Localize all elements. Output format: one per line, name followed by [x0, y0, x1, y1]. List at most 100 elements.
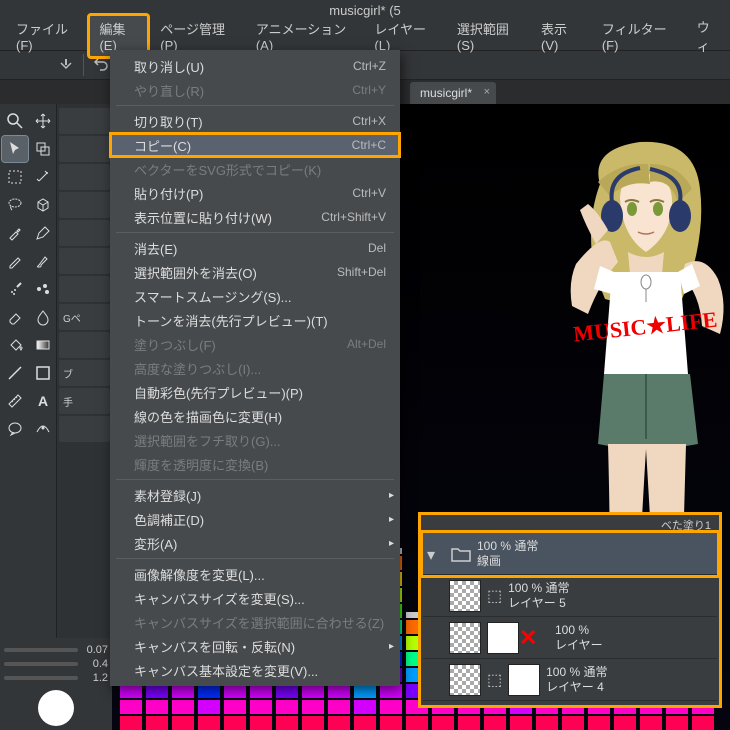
- arrow-down-icon[interactable]: [55, 54, 77, 76]
- move-tool-icon[interactable]: [30, 108, 56, 134]
- layer-name: 線画: [477, 554, 538, 568]
- subtool-item[interactable]: [59, 332, 110, 358]
- undo-icon[interactable]: [90, 54, 112, 76]
- eraser-tool-icon[interactable]: [2, 304, 28, 330]
- subtool-item[interactable]: [59, 276, 110, 302]
- layer-thumbnail: [508, 664, 540, 696]
- operation-tool-icon[interactable]: [2, 136, 28, 162]
- menu-clear[interactable]: 消去(E)Del: [110, 236, 400, 260]
- edit-menu-dropdown: 取り消し(U)Ctrl+Z やり直し(R)Ctrl+Y 切り取り(T)Ctrl+…: [110, 50, 400, 686]
- layer-opacity: 100 % 通常: [546, 665, 607, 679]
- menu-img-res[interactable]: 画像解像度を変更(L)...: [110, 562, 400, 586]
- layer-move-tool-icon[interactable]: [30, 136, 56, 162]
- menu-auto-color[interactable]: 自動彩色(先行プレビュー)(P): [110, 380, 400, 404]
- balloon-tool-icon[interactable]: [2, 416, 28, 442]
- subtool-item[interactable]: [59, 164, 110, 190]
- figure-tool-icon[interactable]: [2, 360, 28, 386]
- menu-select[interactable]: 選択範囲(S): [447, 15, 529, 57]
- menu-transform[interactable]: 変形(A)▸: [110, 531, 400, 555]
- pencil-tool-icon[interactable]: [2, 248, 28, 274]
- menu-paste-pos[interactable]: 表示位置に貼り付け(W)Ctrl+Shift+V: [110, 205, 400, 229]
- subtool-item[interactable]: [59, 192, 110, 218]
- ruler-tool-icon[interactable]: [2, 388, 28, 414]
- subtool-item[interactable]: [59, 136, 110, 162]
- slider-row[interactable]: 0.4: [4, 658, 108, 670]
- layer-row[interactable]: ⬚ 100 % 通常 レイヤー 5: [423, 575, 717, 617]
- layer-name: レイヤー 4: [546, 680, 607, 694]
- menu-view[interactable]: 表示(V): [531, 15, 590, 57]
- fill-tool-icon[interactable]: [2, 332, 28, 358]
- menu-remove-tone[interactable]: トーンを消去(先行プレビュー)(T): [110, 308, 400, 332]
- frame-tool-icon[interactable]: [30, 360, 56, 386]
- disabled-x-icon: ✕: [519, 625, 537, 651]
- layer-name: レイヤー 5: [508, 596, 569, 610]
- menu-canvas-settings[interactable]: キャンバス基本設定を変更(V)...: [110, 658, 400, 682]
- layer-opacity: 100 % 通常: [477, 539, 538, 553]
- menu-sel-border[interactable]: 選択範囲をフチ取り(G)...: [110, 428, 400, 452]
- slider-row[interactable]: 0.07: [4, 644, 108, 656]
- cube-icon: ⬚: [487, 670, 502, 690]
- menu-line-to-draw[interactable]: 線の色を描画色に変更(H): [110, 404, 400, 428]
- tab-label: musicgirl*: [420, 86, 472, 100]
- layer-row[interactable]: ⬚ 100 % 通常 レイヤー 4: [423, 659, 717, 701]
- airbrush-tool-icon[interactable]: [2, 276, 28, 302]
- menu-fill[interactable]: 塗りつぶし(F)Alt+Del: [110, 332, 400, 356]
- layer-folder-linework[interactable]: ▾ 100 % 通常 線画: [423, 533, 717, 575]
- menu-redo[interactable]: やり直し(R)Ctrl+Y: [110, 78, 400, 102]
- subtool-brush[interactable]: ブ: [59, 360, 110, 386]
- menubar: ファイル(F) 編集(E) ページ管理(P) アニメーション(A) レイヤー(L…: [0, 22, 730, 50]
- menu-canvas-sel[interactable]: キャンバスサイズを選択範囲に合わせる(Z): [110, 610, 400, 634]
- menu-bright-opacity[interactable]: 輝度を透明度に変換(B): [110, 452, 400, 476]
- folder-icon: [451, 546, 471, 562]
- menu-undo[interactable]: 取り消し(U)Ctrl+Z: [110, 54, 400, 78]
- eyedropper-tool-icon[interactable]: [2, 220, 28, 246]
- text-tool-icon[interactable]: A: [30, 388, 56, 414]
- gradient-tool-icon[interactable]: [30, 332, 56, 358]
- blend-tool-icon[interactable]: [30, 304, 56, 330]
- correct-line-tool-icon[interactable]: [30, 416, 56, 442]
- menu-adv-fill[interactable]: 高度な塗りつぶし(I)...: [110, 356, 400, 380]
- close-icon[interactable]: ×: [484, 86, 490, 98]
- menu-color-adjust[interactable]: 色調補正(D)▸: [110, 507, 400, 531]
- menu-smart-smooth[interactable]: スマートスムージング(S)...: [110, 284, 400, 308]
- menu-window[interactable]: ウィ: [687, 13, 730, 59]
- cube-tool-icon[interactable]: [30, 192, 56, 218]
- menu-file[interactable]: ファイル(F): [6, 15, 87, 57]
- layer-thumbnail: [449, 580, 481, 612]
- subtool-gpen[interactable]: Gペ: [59, 304, 110, 330]
- decoration-tool-icon[interactable]: [30, 276, 56, 302]
- layer-opacity: 100 % 通常: [508, 581, 569, 595]
- menu-canvas-rotate[interactable]: キャンバスを回転・反転(N)▸: [110, 634, 400, 658]
- menu-filter[interactable]: フィルター(F): [592, 15, 685, 57]
- svg-text:A: A: [38, 393, 48, 409]
- layer-name: レイヤー: [555, 638, 603, 652]
- layer-thumbnail: [487, 622, 519, 654]
- marquee-tool-icon[interactable]: [2, 164, 28, 190]
- slider-row[interactable]: 1.2: [4, 672, 108, 684]
- subtool-item[interactable]: [59, 416, 110, 442]
- wand-tool-icon[interactable]: [30, 164, 56, 190]
- chevron-down-icon[interactable]: ▾: [427, 545, 445, 563]
- subtool-item[interactable]: [59, 248, 110, 274]
- subtool-item[interactable]: [59, 220, 110, 246]
- pen-tool-icon[interactable]: [30, 220, 56, 246]
- menu-canvas-size[interactable]: キャンバスサイズを変更(S)...: [110, 586, 400, 610]
- menu-copy-svg[interactable]: ベクターをSVG形式でコピー(K): [110, 157, 400, 181]
- lasso-tool-icon[interactable]: [2, 192, 28, 218]
- menu-material[interactable]: 素材登録(J)▸: [110, 483, 400, 507]
- menu-paste[interactable]: 貼り付け(P)Ctrl+V: [110, 181, 400, 205]
- layer-cut-label: ベた塗り1: [423, 517, 717, 533]
- menu-cut[interactable]: 切り取り(T)Ctrl+X: [110, 109, 400, 133]
- menu-copy[interactable]: コピー(C)Ctrl+C: [110, 133, 400, 157]
- document-tab[interactable]: musicgirl* ×: [410, 82, 496, 104]
- chevron-right-icon: ▸: [389, 514, 394, 525]
- zoom-tool-icon[interactable]: [2, 108, 28, 134]
- layer-row-disabled[interactable]: ✕ 100 % レイヤー: [423, 617, 717, 659]
- subtool-hand[interactable]: 手: [59, 388, 110, 414]
- subtool-item[interactable]: [59, 108, 110, 134]
- chevron-right-icon: ▸: [389, 538, 394, 549]
- layer-thumbnail: [449, 622, 481, 654]
- brush-size-panel: 0.07 0.4 1.2: [0, 638, 112, 730]
- menu-clear-outside[interactable]: 選択範囲外を消去(O)Shift+Del: [110, 260, 400, 284]
- brush-tool-icon[interactable]: [30, 248, 56, 274]
